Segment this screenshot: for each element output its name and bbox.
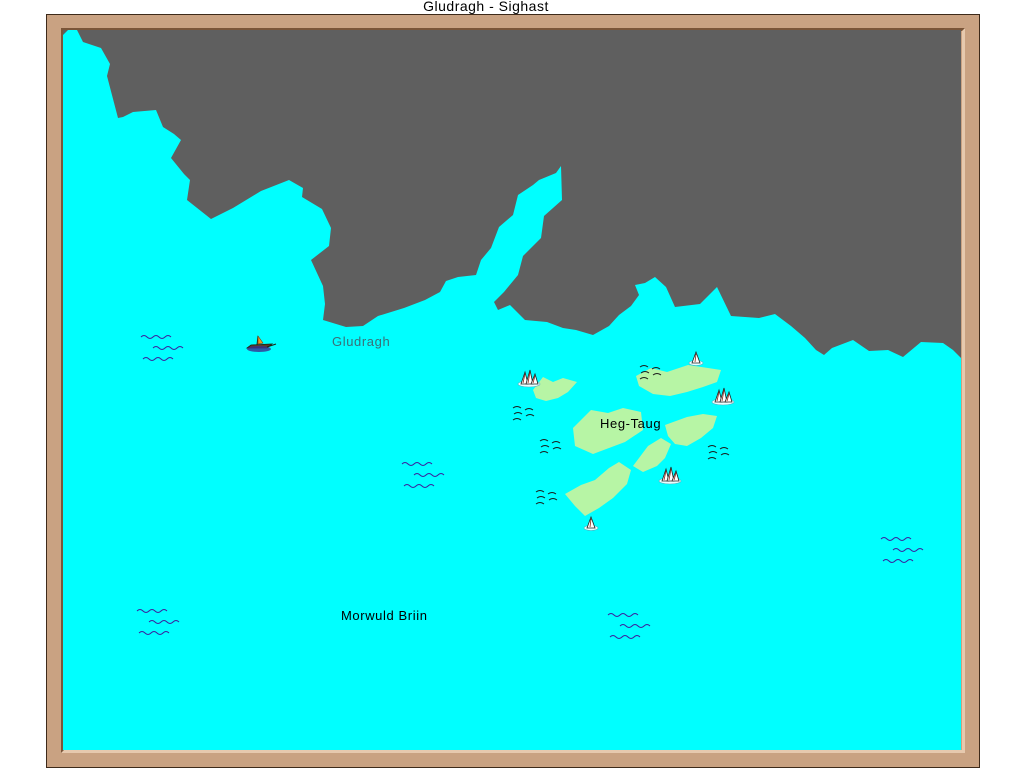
rock-spire-icon bbox=[517, 369, 541, 388]
island bbox=[636, 365, 721, 396]
map-canvas bbox=[63, 30, 961, 639]
reef-icon bbox=[535, 490, 558, 505]
island bbox=[573, 408, 643, 454]
island bbox=[633, 438, 671, 472]
town-label[interactable]: Gludragh bbox=[332, 334, 390, 349]
sea-wave-icon bbox=[880, 537, 924, 563]
rock-spire-icon bbox=[583, 516, 599, 531]
reef-icon bbox=[707, 445, 730, 460]
island bbox=[533, 377, 577, 401]
sea-label[interactable]: Morwuld Briin bbox=[341, 608, 428, 623]
island bbox=[665, 414, 717, 446]
rock-spire-icon bbox=[688, 351, 704, 366]
player-boat-icon bbox=[245, 335, 277, 352]
sea-wave-icon bbox=[140, 335, 184, 361]
reef-icon bbox=[512, 406, 535, 421]
rock-spire-icon bbox=[711, 387, 735, 406]
island bbox=[565, 462, 631, 516]
sea-wave-icon bbox=[607, 613, 651, 639]
window-title: Gludragh - Sighast bbox=[423, 0, 549, 14]
world-map[interactable]: Gludragh Heg-Taug Morwuld Briin bbox=[63, 30, 961, 750]
island-group-label[interactable]: Heg-Taug bbox=[600, 416, 661, 431]
rock-spire-icon bbox=[658, 466, 682, 485]
reef-icon bbox=[539, 439, 562, 454]
sea-wave-icon bbox=[401, 462, 445, 488]
mainland-coast bbox=[63, 30, 961, 358]
sea-wave-icon bbox=[136, 609, 180, 635]
